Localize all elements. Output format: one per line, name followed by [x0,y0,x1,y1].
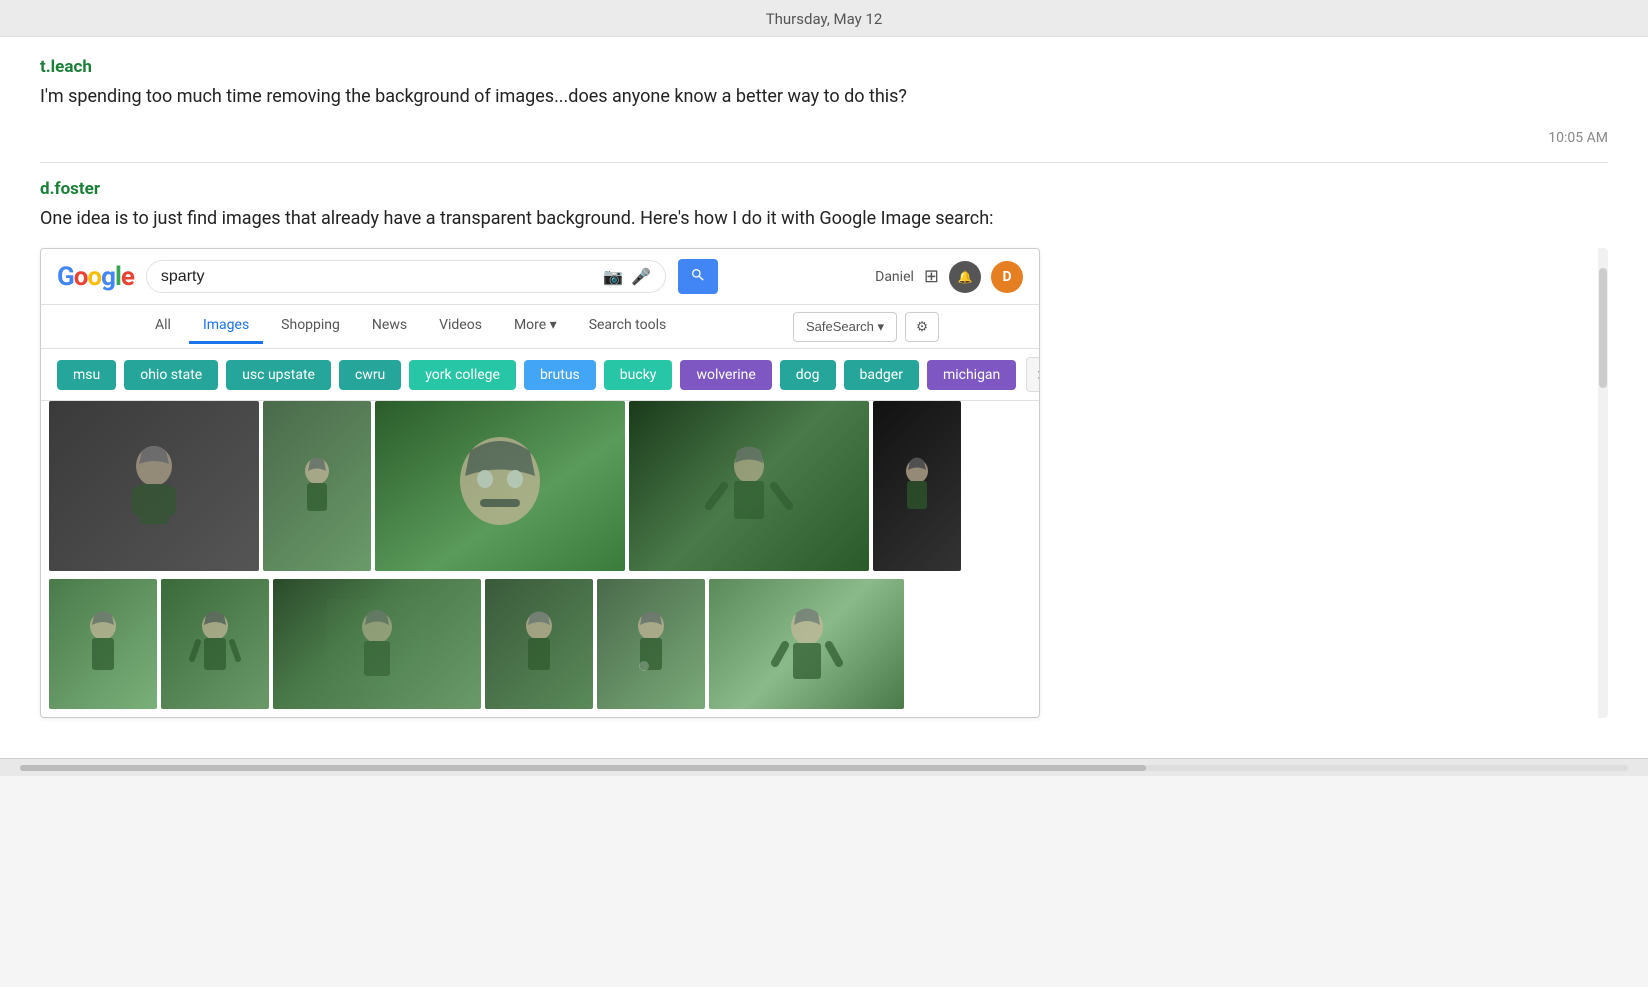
horizontal-scroll-thumb [20,765,1146,771]
google-embed-wrapper: Google 📷 🎤 [40,248,1608,718]
image-section-row2 [41,579,1039,717]
user-avatar[interactable]: D [991,261,1023,293]
image-7[interactable] [161,579,269,709]
horizontal-scrollbar[interactable] [20,765,1628,771]
chip-michigan[interactable]: michigan [927,360,1016,390]
date-text: Thursday, May 12 [766,10,883,28]
google-embed: Google 📷 🎤 [40,248,1040,718]
topbar-right: Daniel ⊞ 🔔 D [875,261,1023,293]
image-9[interactable] [485,579,593,709]
chip-dog[interactable]: dog [780,360,836,390]
username-2: d.foster [40,179,100,199]
chip-cwru[interactable]: cwru [339,360,401,390]
camera-icon[interactable]: 📷 [603,267,623,286]
scrollbar[interactable] [1598,248,1608,718]
image-row-1 [49,401,1031,571]
chip-brutus[interactable]: brutus [524,360,596,390]
google-topbar: Google 📷 🎤 [41,249,1039,305]
apps-icon[interactable]: ⊞ [924,266,939,287]
chip-wolverine[interactable]: wolverine [680,360,771,390]
nav-right: SafeSearch ▾ ⚙ [793,312,939,342]
image-2[interactable] [263,401,371,571]
chips-row: msu ohio state usc upstate cwru york col… [41,349,1039,401]
tab-videos[interactable]: Videos [425,309,496,344]
tab-shopping[interactable]: Shopping [267,309,354,344]
settings-button[interactable]: ⚙ [905,312,939,342]
safe-search-button[interactable]: SafeSearch ▾ [793,312,897,342]
search-button[interactable] [678,259,718,294]
image-10[interactable] [597,579,705,709]
daniel-label: Daniel [875,269,914,285]
tab-more[interactable]: More ▾ [500,309,571,344]
tab-all[interactable]: All [141,309,185,344]
tab-images[interactable]: Images [189,309,263,344]
chip-next-button[interactable]: › [1026,357,1039,392]
chip-york-college[interactable]: york college [409,360,516,390]
chip-usc-upstate[interactable]: usc upstate [226,360,331,390]
bottom-bar [0,758,1648,776]
safe-search-label: SafeSearch ▾ [806,319,884,335]
scroll-thumb [1599,268,1607,388]
message-header-1: t.leach [40,57,1608,77]
user-initial: D [1002,269,1011,285]
image-1[interactable] [49,401,259,571]
tab-search-tools[interactable]: Search tools [575,309,681,344]
username-1: t.leach [40,57,92,77]
image-row-2 [49,579,1031,709]
image-6[interactable] [49,579,157,709]
tab-news[interactable]: News [358,309,421,344]
date-bar: Thursday, May 12 [0,0,1648,37]
image-11[interactable] [709,579,904,709]
message-block-1: t.leach I'm spending too much time remov… [40,57,1608,110]
search-input[interactable] [161,268,595,286]
message-header-2: d.foster [40,179,1608,199]
page-container: Thursday, May 12 t.leach I'm spending to… [0,0,1648,987]
chip-msu[interactable]: msu [57,360,116,390]
logo-o2: o [87,262,101,292]
divider-1 [40,162,1608,163]
mic-icon[interactable]: 🎤 [631,267,651,286]
google-nav: All Images Shopping News Videos More ▾ S… [41,305,1039,349]
logo-e: e [121,262,134,292]
message-text-2: One idea is to just find images that alr… [40,205,1608,232]
image-8[interactable] [273,579,481,709]
image-section-row1 [41,401,1039,579]
chip-ohio-state[interactable]: ohio state [124,360,218,390]
message-block-2: d.foster One idea is to just find images… [40,179,1608,718]
chip-bucky[interactable]: bucky [604,360,673,390]
chip-badger[interactable]: badger [844,360,919,390]
logo-g2: g [101,262,115,292]
chat-area: t.leach I'm spending too much time remov… [0,37,1648,758]
timestamp-1: 10:05 AM [40,130,1608,146]
search-bar: 📷 🎤 [146,260,666,293]
logo-g: G [57,262,74,292]
image-4[interactable] [629,401,869,571]
google-logo: Google [57,262,134,292]
image-5[interactable] [873,401,961,571]
image-3[interactable] [375,401,625,571]
message-text-1: I'm spending too much time removing the … [40,83,1608,110]
bell-avatar[interactable]: 🔔 [949,261,981,293]
logo-o1: o [74,262,88,292]
